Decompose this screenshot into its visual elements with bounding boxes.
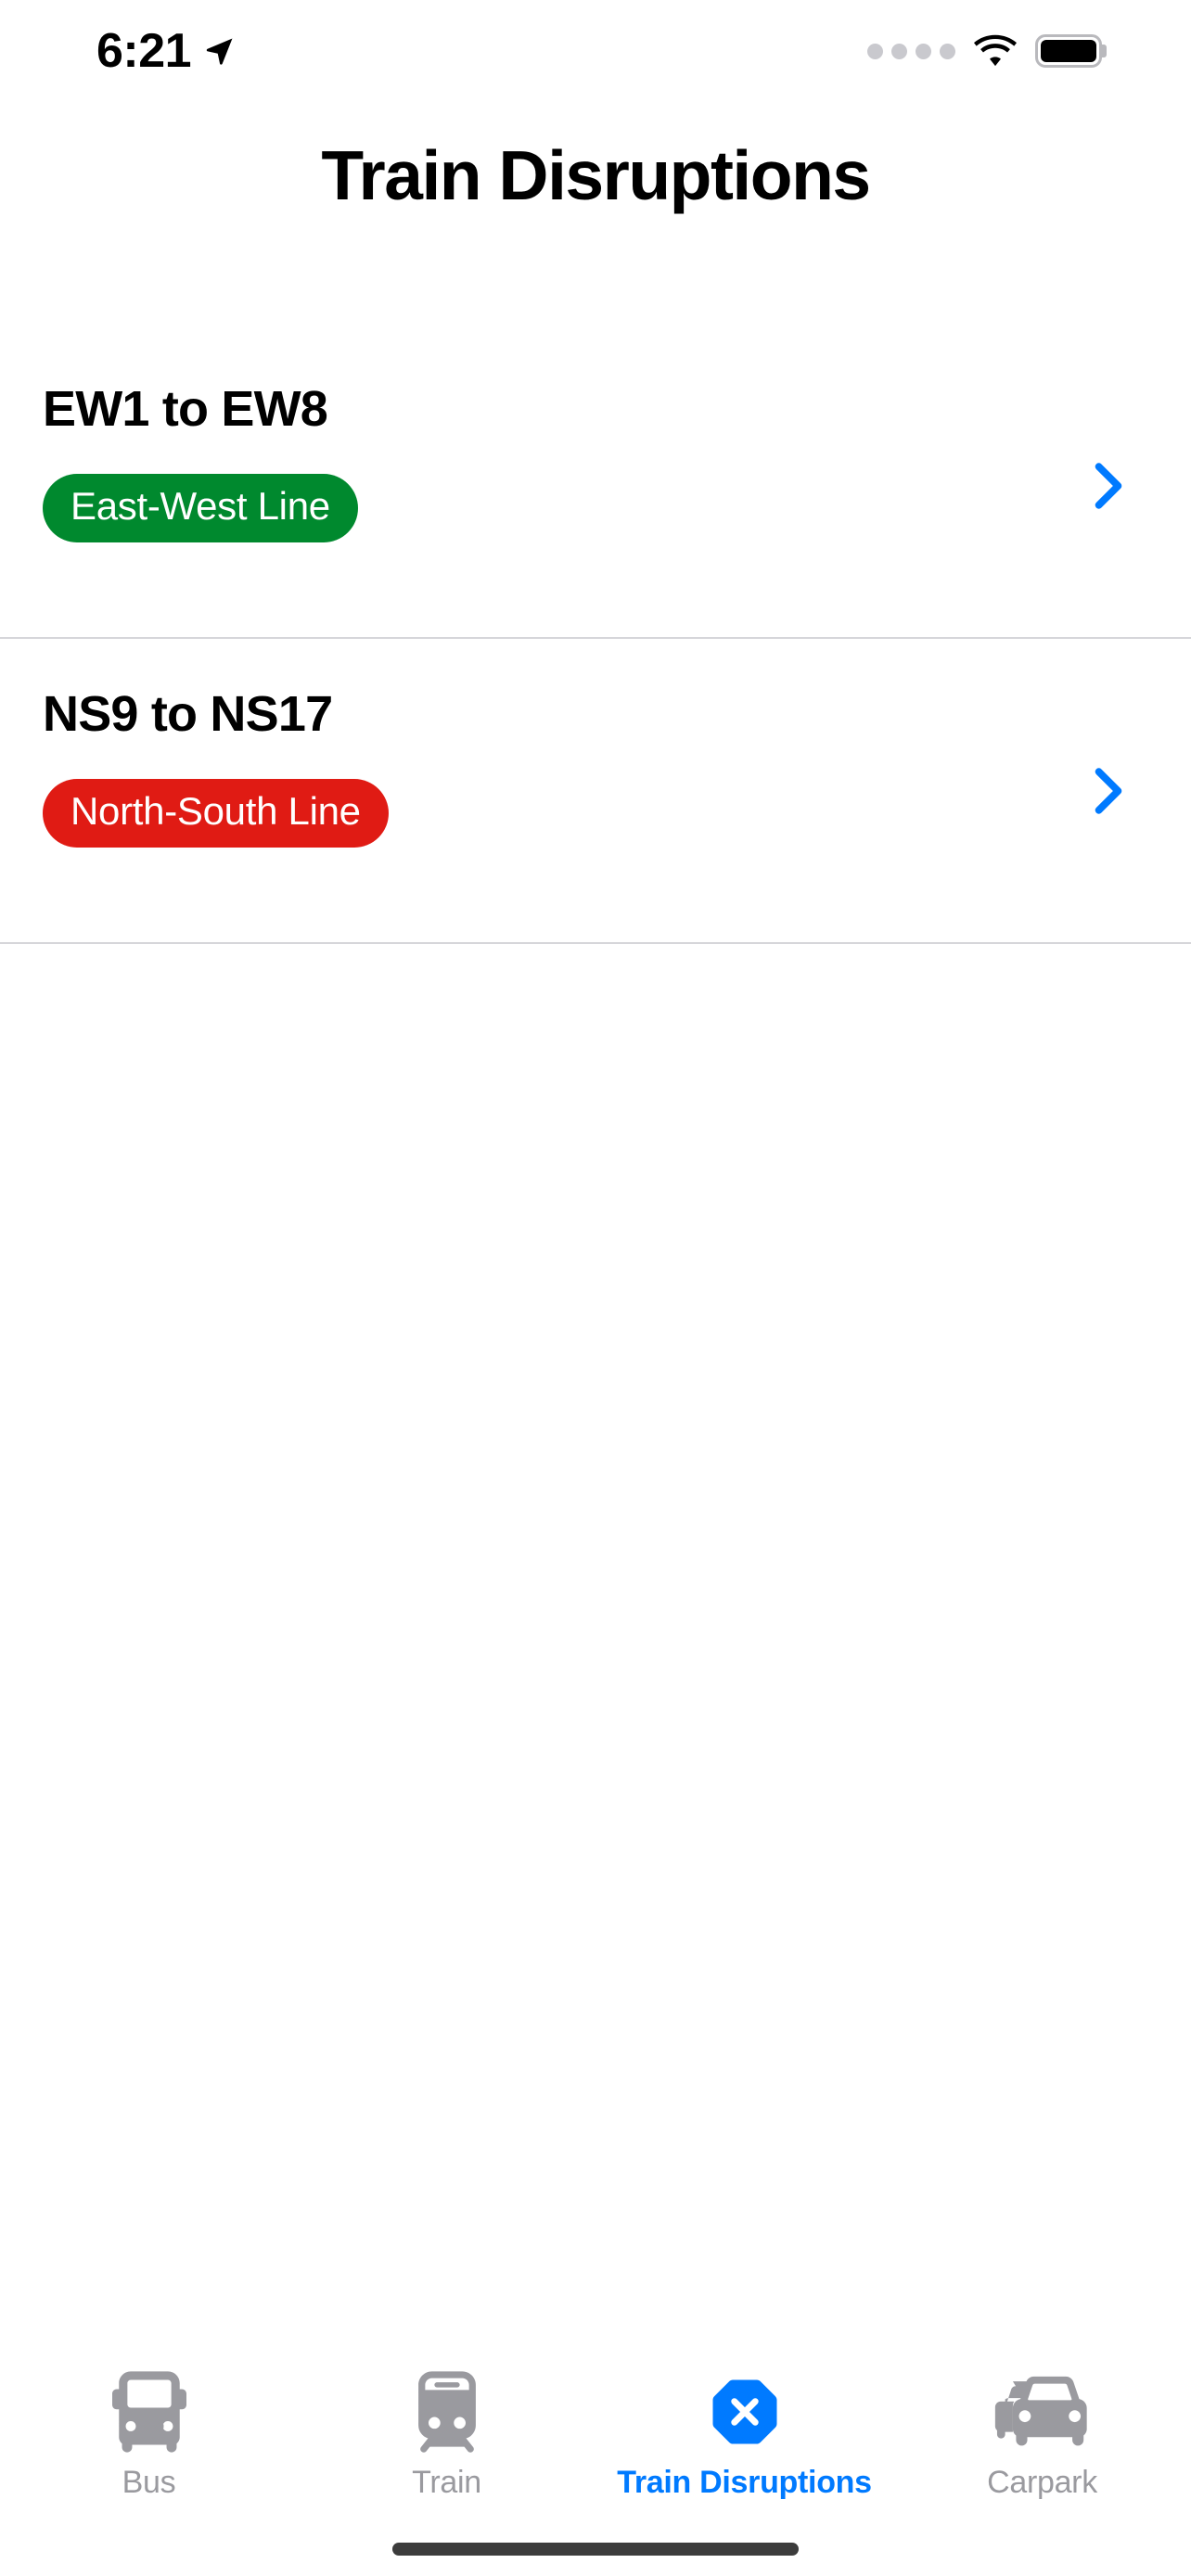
status-bar-clock: 6:21 xyxy=(96,24,192,78)
tab-label: Carpark xyxy=(987,2465,1097,2500)
page-title: Train Disruptions xyxy=(321,136,871,214)
list-item[interactable]: EW1 to EW8 East-West Line xyxy=(0,334,1191,639)
battery-full-icon xyxy=(1035,34,1102,68)
disruption-octagon-x-icon xyxy=(711,2370,778,2454)
tab-bus[interactable]: Bus xyxy=(0,2370,298,2498)
status-bar: 6:21 xyxy=(0,0,1191,102)
chevron-right-icon[interactable] xyxy=(1093,767,1124,815)
tab-label: Bus xyxy=(122,2465,176,2500)
tab-label: Train Disruptions xyxy=(617,2465,872,2500)
tab-label: Train xyxy=(412,2465,481,2500)
carpark-cars-icon xyxy=(994,2370,1091,2454)
tab-train-disruptions[interactable]: Train Disruptions xyxy=(596,2370,893,2498)
list-item-title: EW1 to EW8 xyxy=(43,381,328,437)
list-item-content: NS9 to NS17 North-South Line xyxy=(0,639,389,848)
list-item-content: EW1 to EW8 East-West Line xyxy=(0,334,358,543)
home-indicator[interactable] xyxy=(392,2543,799,2556)
app-screen: 6:21 Train Disruptions EW1 to EW8 East-W… xyxy=(0,0,1191,2576)
status-badge: North-South Line xyxy=(43,779,389,848)
status-bar-right xyxy=(867,34,1102,68)
cellular-dots-icon xyxy=(867,43,955,59)
bus-icon xyxy=(111,2370,186,2454)
status-bar-left: 6:21 xyxy=(96,27,236,75)
tab-bar: Bus Train Train Disruptions Carpark xyxy=(0,2344,1191,2576)
tab-train[interactable]: Train xyxy=(298,2370,596,2498)
list-item[interactable]: NS9 to NS17 North-South Line xyxy=(0,639,1191,944)
chevron-right-icon[interactable] xyxy=(1093,462,1124,510)
train-icon xyxy=(410,2370,484,2454)
disruption-list: EW1 to EW8 East-West Line NS9 to NS17 No… xyxy=(0,334,1191,944)
location-arrow-icon xyxy=(206,38,233,65)
tab-carpark[interactable]: Carpark xyxy=(893,2370,1191,2498)
list-item-title: NS9 to NS17 xyxy=(43,686,333,742)
status-badge: East-West Line xyxy=(43,474,358,543)
wifi-icon xyxy=(974,34,1017,67)
